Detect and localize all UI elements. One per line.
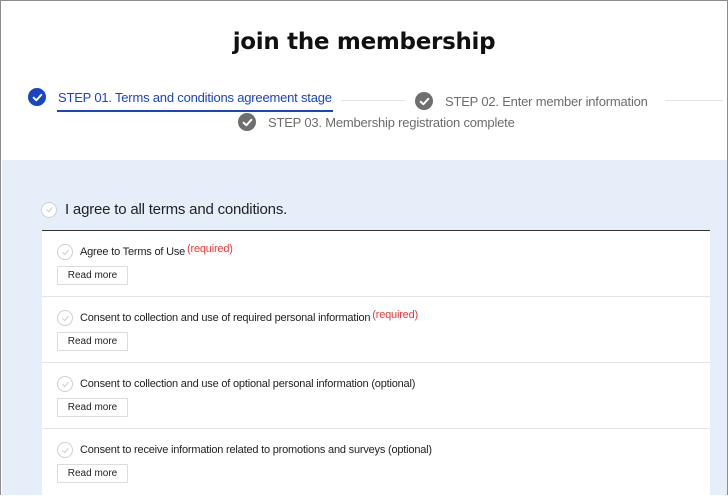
- term-label: Consent to receive information related t…: [80, 444, 432, 456]
- check-circle-icon: [28, 88, 46, 106]
- step-divider: [341, 100, 405, 101]
- step-02-label: STEP 02. Enter member information: [445, 93, 648, 109]
- step-01: STEP 01. Terms and conditions agreement …: [28, 88, 332, 106]
- term-checkbox[interactable]: Consent to receive information related t…: [57, 442, 432, 458]
- step-01-label: STEP 01. Terms and conditions agreement …: [58, 89, 332, 105]
- term-checkbox[interactable]: Agree to Terms of Use (required): [57, 243, 233, 260]
- required-tag: (required): [372, 309, 418, 321]
- check-circle-icon[interactable]: [57, 442, 73, 458]
- step-03: STEP 03. Membership registration complet…: [238, 113, 515, 131]
- check-circle-icon[interactable]: [41, 201, 57, 218]
- term-item: Consent to collection and use of optiona…: [42, 363, 710, 429]
- read-more-button[interactable]: Read more: [57, 332, 128, 351]
- terms-list: Agree to Terms of Use (required) Read mo…: [42, 230, 710, 495]
- required-tag: (required): [187, 243, 233, 255]
- membership-window: join the membership STEP 01. Terms and c…: [0, 0, 728, 495]
- agree-all-checkbox[interactable]: I agree to all terms and conditions.: [41, 201, 287, 218]
- term-item: Consent to receive information related t…: [42, 429, 710, 495]
- term-label: Agree to Terms of Use: [80, 246, 186, 258]
- agree-all-label: I agree to all terms and conditions.: [65, 201, 288, 218]
- term-checkbox[interactable]: Consent to collection and use of require…: [57, 309, 418, 326]
- read-more-button[interactable]: Read more: [57, 266, 128, 285]
- read-more-button[interactable]: Read more: [57, 464, 128, 483]
- term-label: Consent to collection and use of optiona…: [80, 378, 416, 390]
- term-item: Agree to Terms of Use (required) Read mo…: [42, 231, 710, 297]
- active-step-underline: [57, 110, 333, 112]
- check-circle-icon: [238, 113, 256, 131]
- check-circle-icon[interactable]: [57, 244, 73, 260]
- step-divider: [665, 100, 723, 101]
- step-03-label: STEP 03. Membership registration complet…: [268, 114, 515, 130]
- term-checkbox[interactable]: Consent to collection and use of optiona…: [57, 376, 415, 392]
- check-circle-icon[interactable]: [57, 310, 73, 326]
- page-title: join the membership: [232, 29, 496, 55]
- check-circle-icon[interactable]: [57, 376, 73, 392]
- check-circle-icon: [415, 92, 433, 110]
- term-item: Consent to collection and use of require…: [42, 297, 710, 363]
- step-02: STEP 02. Enter member information: [415, 92, 648, 110]
- read-more-button[interactable]: Read more: [57, 398, 128, 417]
- term-label: Consent to collection and use of require…: [80, 312, 371, 324]
